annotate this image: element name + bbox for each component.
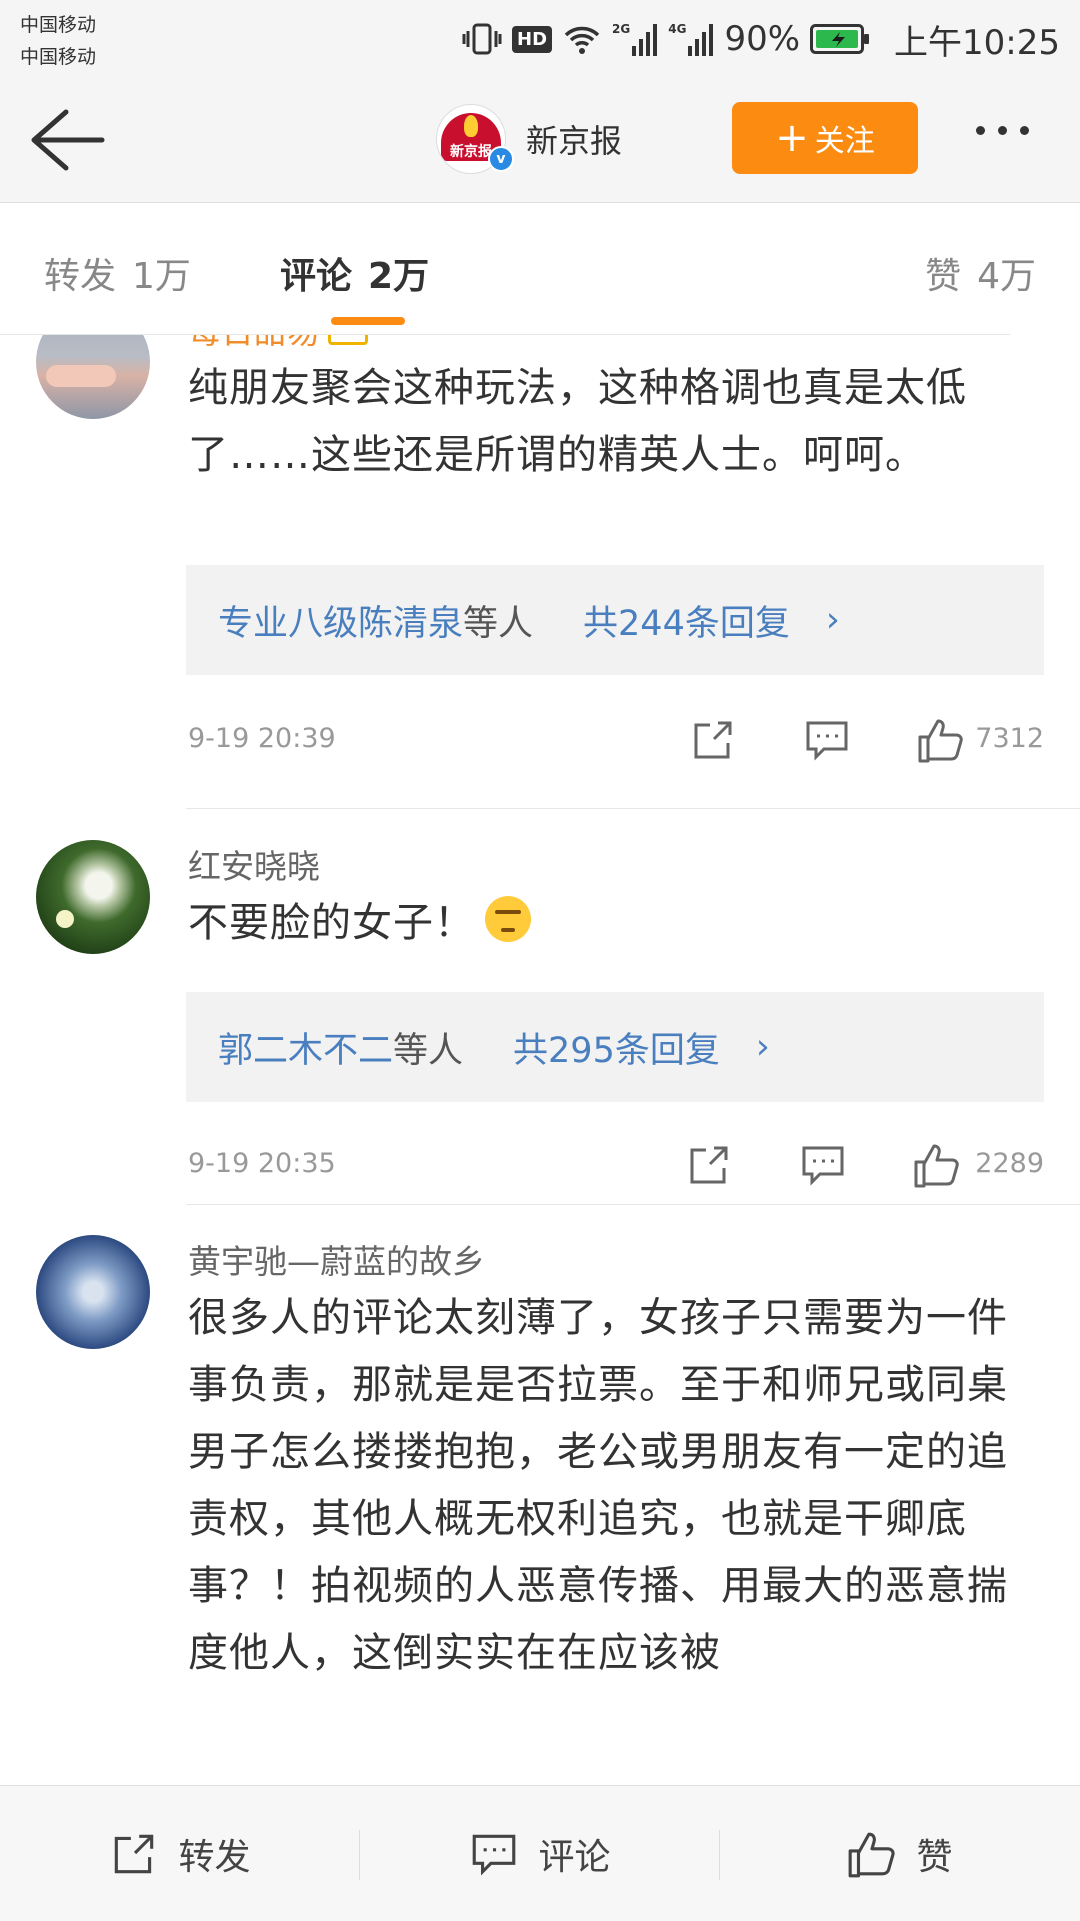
more-options-icon[interactable]	[976, 126, 1029, 135]
reply-icon[interactable]	[798, 1140, 848, 1190]
user-avatar[interactable]	[36, 1235, 150, 1349]
comment-text: 纯朋友聚会这种玩法，这种格调也真是太低了……这些还是所谓的精英人士。呵呵。	[188, 365, 967, 478]
carrier-label-2: 中国移动	[20, 46, 97, 68]
tab-like-label: 赞	[925, 256, 962, 297]
comment-text: 很多人的评论太刻薄了，女孩子只需要为一件事负责，那就是是否拉票。至于和师兄或同桌…	[188, 1295, 1008, 1676]
carrier-label-1: 中国移动	[20, 14, 97, 36]
back-button[interactable]	[26, 104, 106, 176]
battery-percent: 90%	[724, 19, 801, 59]
reply-summary[interactable]: 专业八级陈清泉 等人 共244条回复 ›	[186, 565, 1044, 675]
battery-icon	[810, 24, 870, 54]
tab-comment-label: 评论	[280, 256, 353, 297]
tab-repost-count: 1万	[132, 256, 191, 297]
like-count: 2289	[975, 1148, 1044, 1179]
comment-button[interactable]: 评论	[360, 1786, 719, 1921]
chevron-right-icon: ›	[755, 1027, 770, 1067]
repost-button[interactable]: 转发	[0, 1786, 359, 1921]
follow-label: 关注	[814, 124, 875, 159]
like-count: 7312	[975, 723, 1044, 754]
plus-icon: +	[775, 115, 809, 161]
signal-2g: 2G	[612, 22, 658, 56]
reply-icon[interactable]	[802, 715, 852, 765]
signal-bars-icon	[632, 24, 658, 56]
divider	[186, 808, 1080, 809]
like-icon[interactable]	[912, 1140, 962, 1190]
tab-like-count: 4万	[977, 256, 1036, 297]
tab-like[interactable]: 赞 4万	[925, 247, 1036, 299]
reply-users: 专业八级陈清泉	[218, 603, 464, 644]
signal-bars-icon	[688, 24, 714, 56]
comment-time: 9-19 20:35	[188, 1148, 336, 1179]
signal-4g: 4G	[668, 22, 714, 56]
like-icon	[849, 1832, 896, 1877]
tab-repost-label: 转发	[44, 256, 117, 297]
reply-total: 共295条回复	[513, 1030, 720, 1071]
comment-meta: 9-19 20:39 7312	[188, 715, 1044, 765]
network-type-2g: 2G	[612, 22, 631, 36]
tab-comment[interactable]: 评论 2万	[280, 247, 429, 299]
reply-summary[interactable]: 郭二木不二 等人 共295条回复 ›	[186, 992, 1044, 1102]
status-bar: 中国移动 中国移动 HD 2G 4G 90% 上午10:25	[0, 0, 1080, 80]
bottom-action-bar: 转发 评论 赞	[0, 1785, 1080, 1921]
share-icon	[115, 1834, 154, 1873]
vibrate-icon	[462, 23, 502, 55]
vip-badge-icon	[328, 335, 368, 345]
back-arrow-icon	[31, 109, 105, 171]
like-button[interactable]: 赞	[720, 1786, 1079, 1921]
account-name: 新京报	[526, 122, 623, 160]
tab-comment-count: 2万	[368, 256, 430, 297]
reply-total: 共244条回复	[583, 603, 790, 644]
comment-username[interactable]: 每日甜易	[188, 335, 368, 353]
status-icons: HD 2G 4G 90% 上午10:25	[462, 14, 1060, 64]
tab-bar: 转发 1万 评论 2万 赞 4万	[0, 203, 1080, 335]
user-avatar[interactable]	[36, 335, 150, 419]
account-info[interactable]: 新京报 新京报	[436, 104, 622, 174]
follow-button[interactable]: + 关注	[732, 102, 918, 174]
share-icon[interactable]	[688, 715, 738, 765]
share-icon[interactable]	[684, 1140, 734, 1190]
comment-text: 不要脸的女子！	[188, 890, 1048, 957]
network-type-4g: 4G	[668, 22, 687, 36]
reply-etc: 等人	[393, 1030, 464, 1071]
flame-icon	[464, 115, 478, 137]
comment-meta: 9-19 20:35 2289	[188, 1140, 1044, 1190]
comment-list: 每日甜易 纯朋友聚会这种玩法，这种格调也真是太低了……这些还是所谓的精英人士。呵…	[0, 335, 1080, 1785]
tab-repost[interactable]: 转发 1万	[44, 247, 191, 299]
comment-icon	[473, 1834, 516, 1875]
like-label: 赞	[916, 1836, 953, 1878]
user-avatar[interactable]	[36, 840, 150, 954]
comment-label: 评论	[538, 1836, 611, 1878]
repost-label: 转发	[178, 1836, 251, 1878]
comment-time: 9-19 20:39	[188, 723, 336, 754]
hd-badge: HD	[512, 25, 553, 53]
divider	[186, 1204, 1080, 1205]
wifi-icon	[564, 26, 600, 54]
like-icon[interactable]	[916, 715, 966, 765]
verified-icon: v	[488, 146, 514, 172]
active-tab-indicator	[331, 317, 405, 325]
emoji-icon	[485, 896, 531, 942]
chevron-right-icon: ›	[825, 600, 840, 640]
top-bar: 新京报 新京报 v + 关注	[0, 80, 1080, 203]
reply-users: 郭二木不二	[218, 1030, 394, 1071]
reply-etc: 等人	[463, 603, 534, 644]
clock: 上午10:25	[894, 22, 1060, 63]
comment-username[interactable]: 黄宇驰—蔚蓝的故乡	[188, 1235, 485, 1283]
comment-username[interactable]: 红安晓晓	[188, 840, 320, 888]
